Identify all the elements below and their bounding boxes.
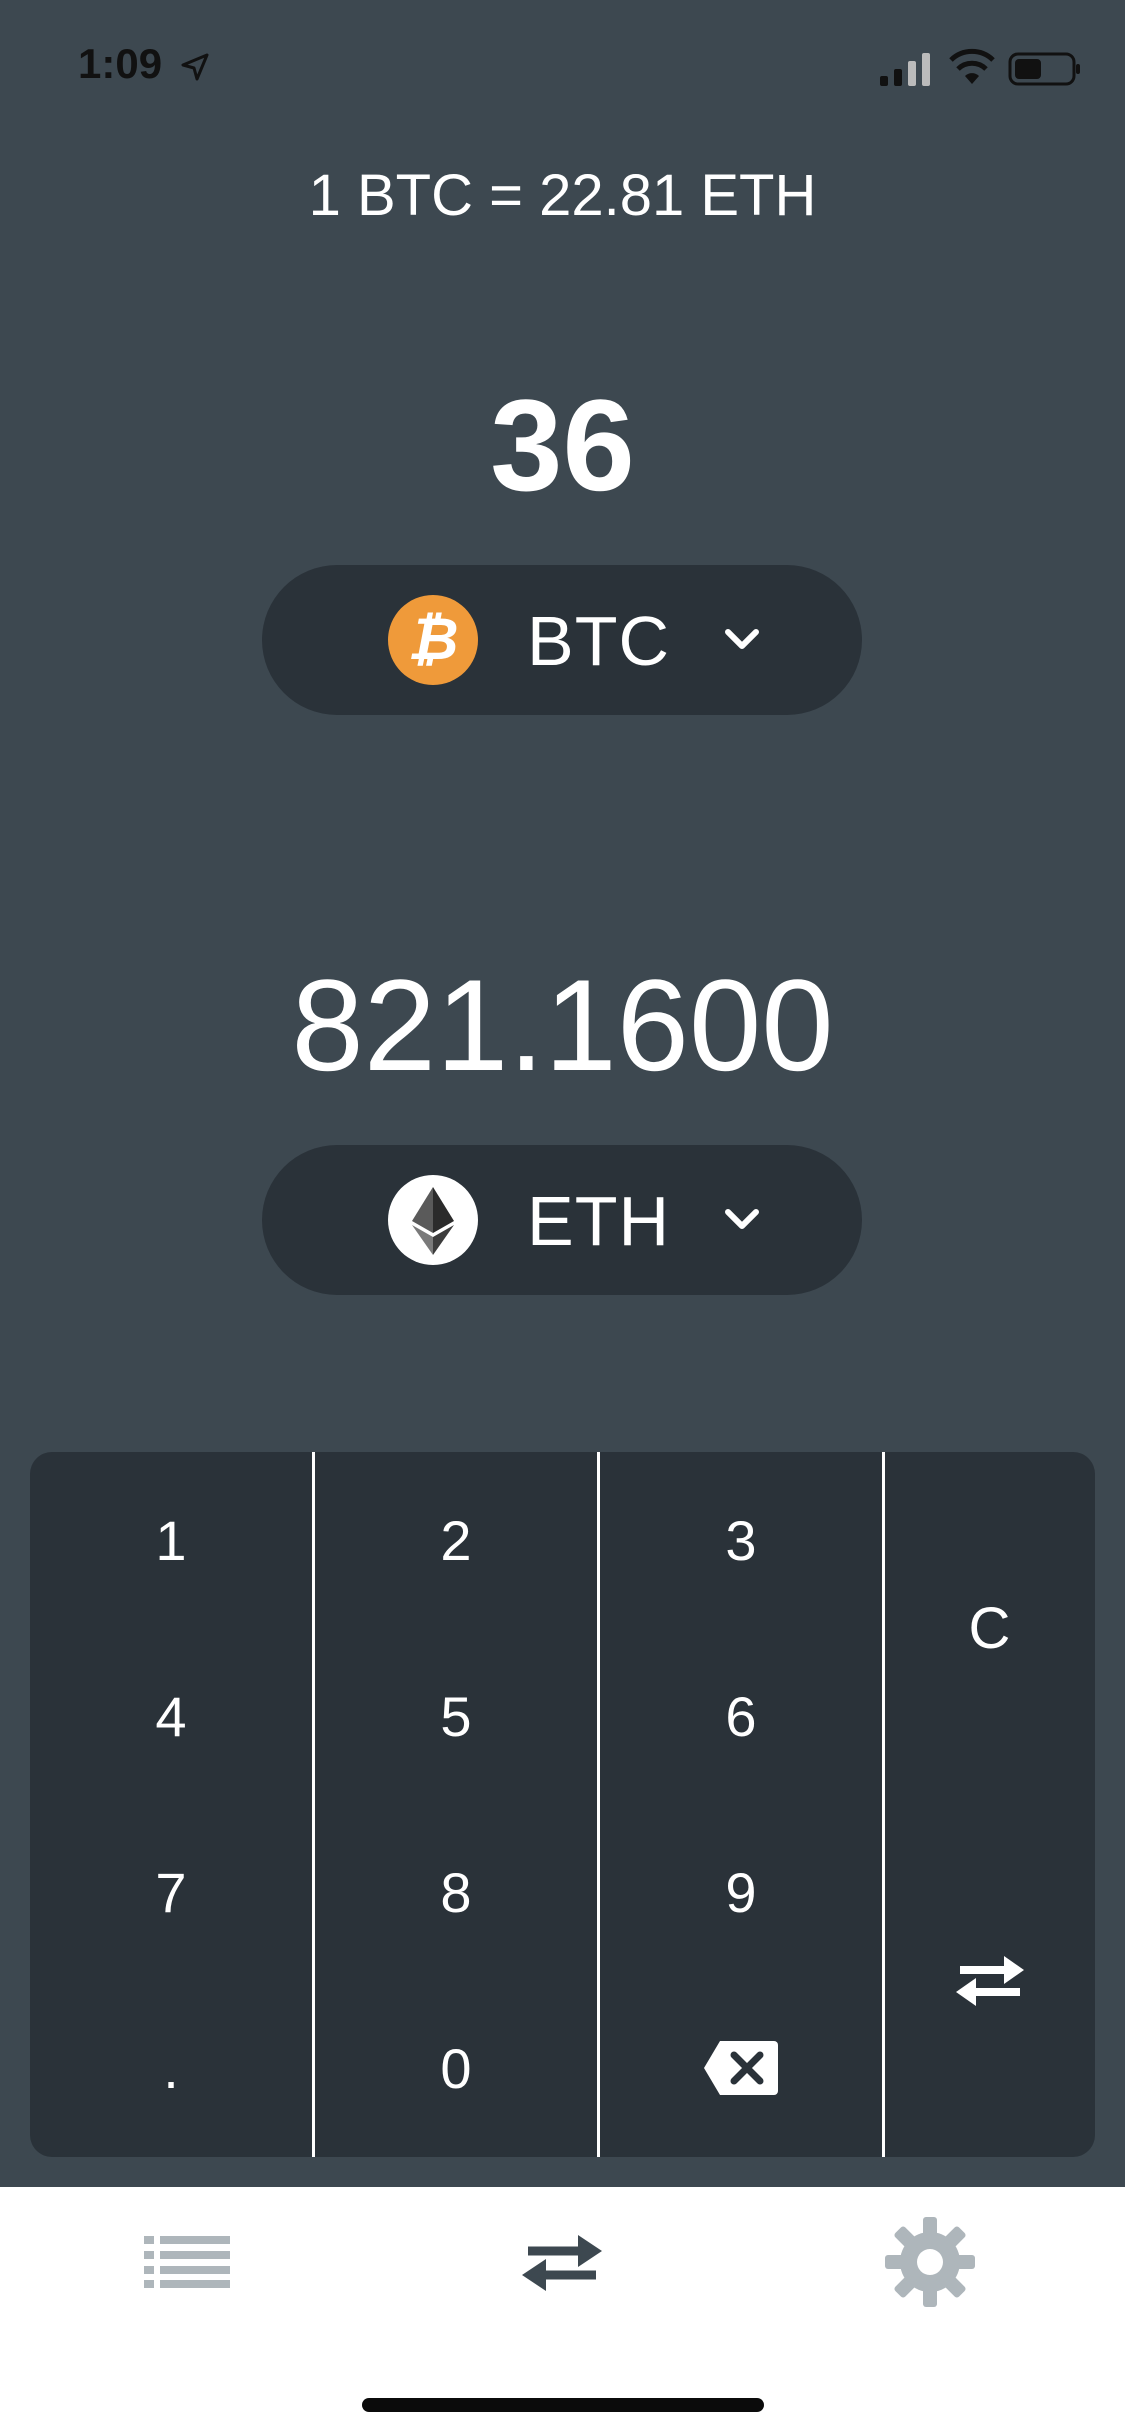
key-5[interactable]: 5	[315, 1628, 597, 1804]
key-1[interactable]: 1	[30, 1452, 312, 1628]
key-4[interactable]: 4	[30, 1628, 312, 1804]
swap-icon	[522, 2235, 602, 2291]
tab-settings[interactable]	[880, 2217, 980, 2307]
gear-icon	[885, 2217, 975, 2307]
clear-button[interactable]: C	[884, 1452, 1095, 1804]
chevron-down-icon	[725, 1209, 759, 1229]
key-8[interactable]: 8	[315, 1804, 597, 1980]
wifi-icon	[949, 48, 995, 84]
from-currency-selector[interactable]: ₿ BTC	[262, 565, 862, 715]
key-7[interactable]: 7	[30, 1804, 312, 1980]
key-0[interactable]: 0	[315, 1980, 597, 2156]
location-arrow-icon	[181, 53, 209, 81]
key-3[interactable]: 3	[600, 1452, 882, 1628]
svg-text:₿: ₿	[408, 605, 459, 673]
from-currency-label: BTC	[527, 602, 670, 680]
to-currency-selector[interactable]: ETH	[262, 1145, 862, 1295]
backspace-icon	[704, 2041, 778, 2095]
to-currency-label: ETH	[527, 1182, 670, 1260]
bitcoin-icon: ₿	[388, 595, 478, 685]
key-2[interactable]: 2	[315, 1452, 597, 1628]
backspace-button[interactable]	[600, 1980, 882, 2156]
exchange-rate: 1 BTC = 22.81 ETH	[308, 163, 817, 228]
list-icon	[144, 2236, 230, 2288]
swap-icon	[955, 1956, 1024, 2006]
swap-currencies-button[interactable]	[884, 1804, 1095, 2156]
ethereum-icon	[388, 1175, 478, 1265]
key-9[interactable]: 9	[600, 1804, 882, 1980]
key-6[interactable]: 6	[600, 1628, 882, 1804]
status-bar: 1:09	[0, 0, 1125, 140]
chevron-down-icon	[725, 629, 759, 649]
cellular-signal-icon	[880, 53, 930, 86]
home-indicator	[362, 2398, 764, 2412]
keypad: 1 2 3 4 5 6 7 8 9 . 0 C	[30, 1452, 1095, 2157]
tab-history[interactable]	[137, 2217, 237, 2307]
from-amount[interactable]: 36	[0, 370, 1125, 520]
status-time: 1:09	[78, 40, 163, 87]
key-decimal[interactable]: .	[30, 1980, 312, 2156]
tab-convert[interactable]	[512, 2217, 612, 2307]
to-amount: 821.1600	[291, 952, 834, 1098]
battery-icon	[1008, 52, 1080, 86]
